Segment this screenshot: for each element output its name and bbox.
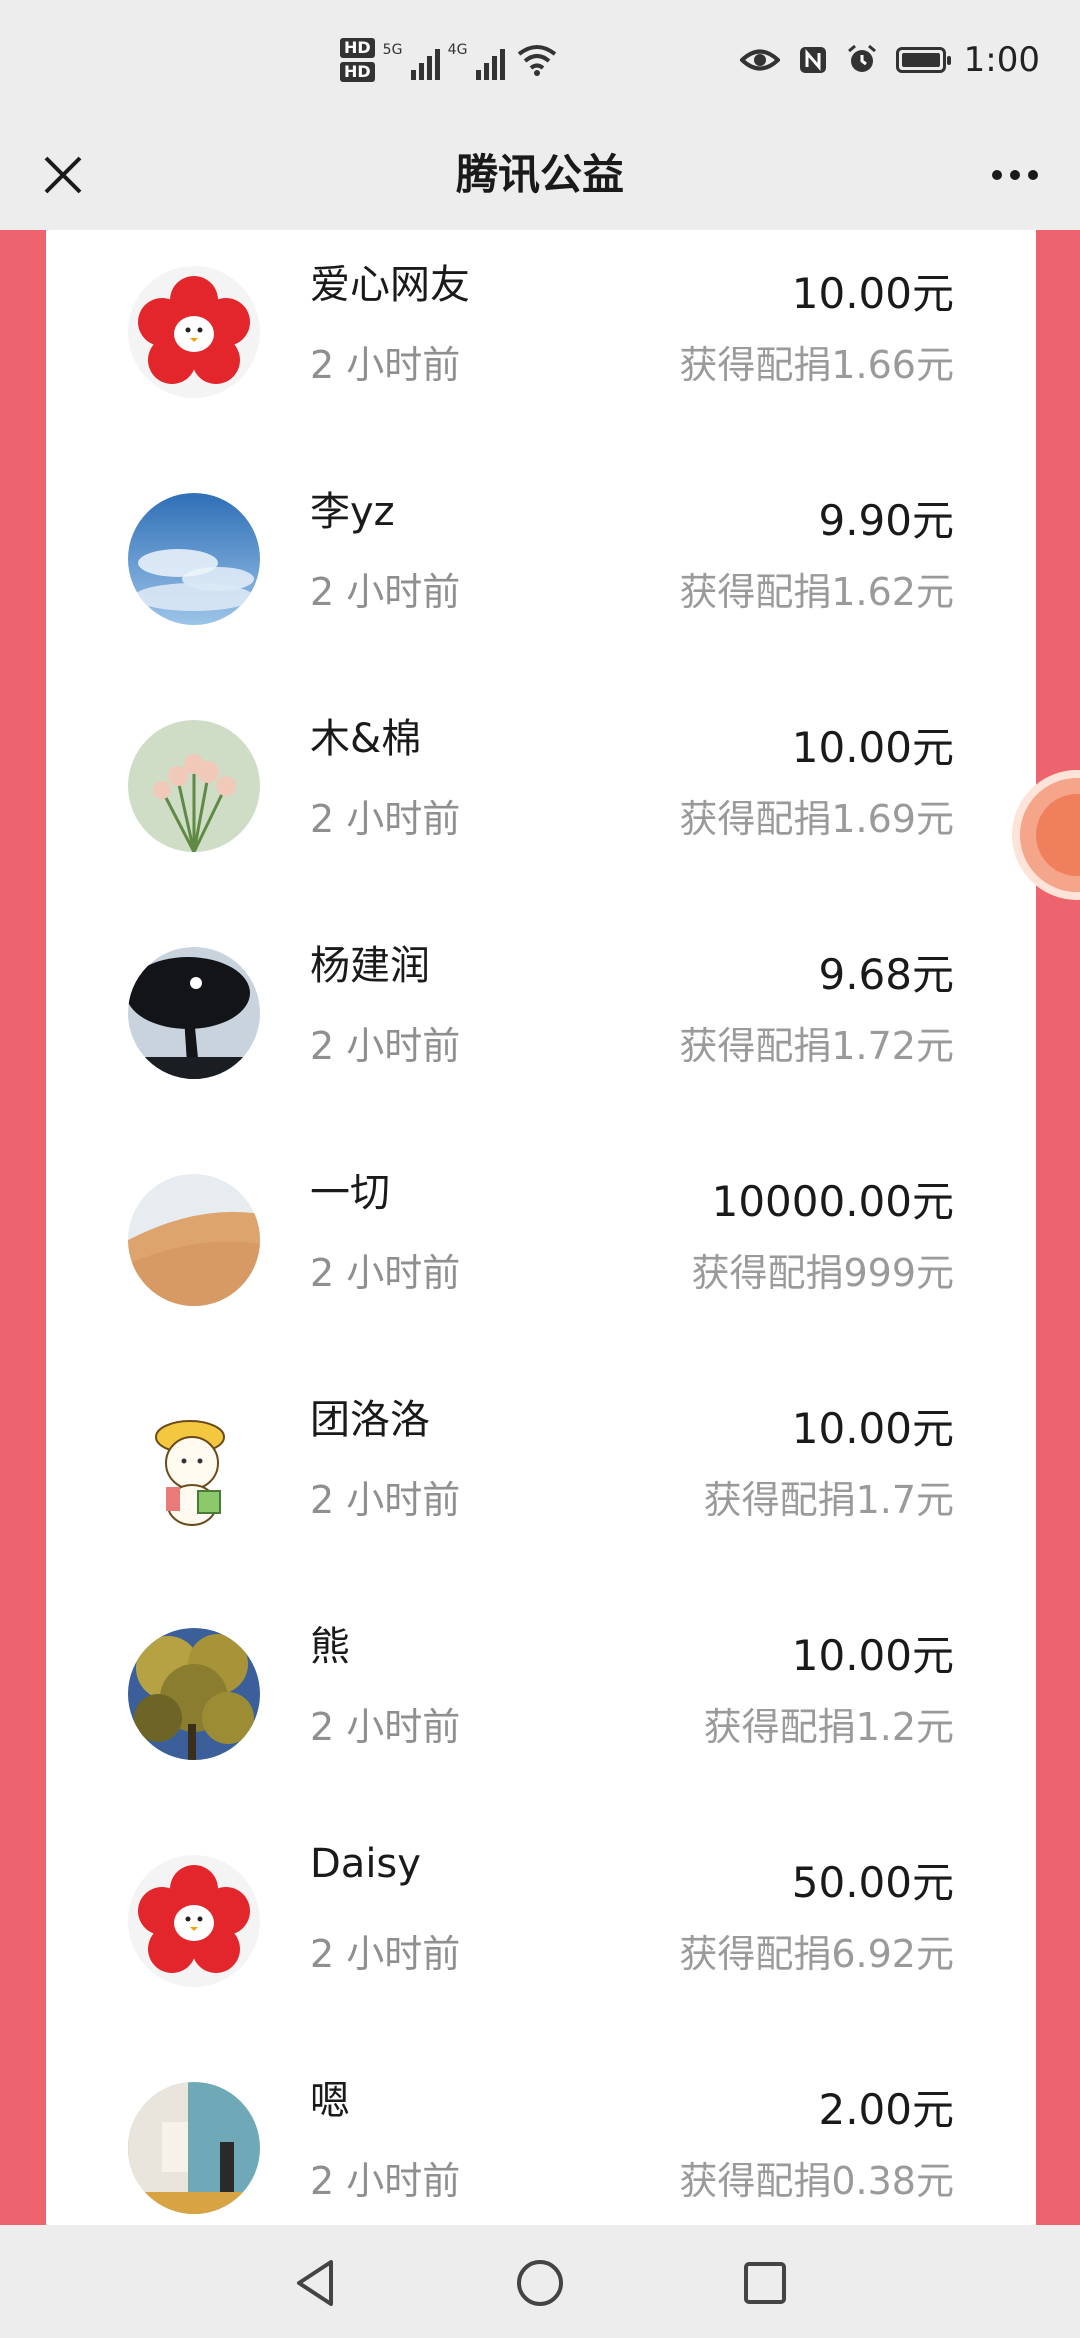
donation-amount: 2.00元: [818, 2085, 954, 2134]
avatar: [128, 947, 260, 1079]
home-button[interactable]: [510, 2253, 570, 2313]
wifi-icon: [517, 45, 556, 76]
donation-amount: 50.00元: [791, 1858, 954, 1907]
donation-row[interactable]: 木&棉 2 小时前 10.00元 获得配捐1.69元: [46, 684, 1036, 911]
back-triangle-icon: [297, 2260, 333, 2306]
donor-name: 爱心网友: [310, 262, 470, 308]
donation-amount: 10.00元: [791, 269, 954, 318]
donation-time: 2 小时前: [310, 1251, 461, 1295]
donation-amount: 10000.00元: [711, 1177, 954, 1226]
matching-amount: 获得配捐6.92元: [679, 1932, 954, 1976]
tree-yellow-avatar-icon: [128, 1628, 260, 1760]
donation-row[interactable]: 杨建润 2 小时前 9.68元 获得配捐1.72元: [46, 911, 1036, 1138]
donation-row[interactable]: 熊 2 小时前 10.00元 获得配捐1.2元: [46, 1592, 1036, 1819]
alarm-icon: [847, 44, 876, 72]
battery-icon: [895, 47, 951, 73]
avatar: [128, 1174, 260, 1306]
avatar: [128, 720, 260, 852]
donor-name: 杨建润: [310, 943, 430, 989]
red-flower-avatar-icon: [128, 266, 260, 398]
title-bar: 腾讯公益: [0, 120, 1080, 230]
signal-5g-icon: 5G: [382, 40, 440, 80]
donation-row[interactable]: 一切 2 小时前 10000.00元 获得配捐999元: [46, 1138, 1036, 1365]
donation-time: 2 小时前: [310, 343, 461, 387]
donor-name: 团洛洛: [310, 1397, 430, 1443]
donation-time: 2 小时前: [310, 797, 461, 841]
network-label-5g: 5G: [382, 42, 403, 58]
donor-name: 李yz: [310, 489, 395, 535]
donation-amount: 9.90元: [818, 496, 954, 545]
cartoon-avatar-icon: [128, 1401, 260, 1533]
matching-amount: 获得配捐1.7元: [703, 1478, 954, 1522]
more-dot-icon: [992, 170, 1002, 180]
status-bar-right: 1:00: [739, 30, 1040, 90]
avatar: [128, 1401, 260, 1533]
sky-avatar-icon: [128, 493, 260, 625]
avatar: [128, 1855, 260, 1987]
matching-amount: 获得配捐1.72元: [679, 1024, 954, 1068]
status-bar: HD HD 5G 4G 1:00: [0, 0, 1080, 120]
matching-amount: 获得配捐1.66元: [679, 343, 954, 387]
avatar: [128, 493, 260, 625]
donation-amount: 9.68元: [818, 950, 954, 999]
recents-square-icon: [744, 2262, 786, 2304]
donation-row[interactable]: 爱心网友 2 小时前 10.00元 获得配捐1.66元: [46, 230, 1036, 457]
donor-name: 熊: [310, 1624, 350, 1670]
donation-time: 2 小时前: [310, 1024, 461, 1068]
more-dot-icon: [1010, 170, 1020, 180]
donation-row[interactable]: 团洛洛 2 小时前 10.00元 获得配捐1.7元: [46, 1365, 1036, 1592]
hd-label-1: HD: [340, 38, 375, 58]
matching-amount: 获得配捐0.38元: [679, 2159, 954, 2203]
donation-time: 2 小时前: [310, 1478, 461, 1522]
flowers-avatar-icon: [128, 720, 260, 852]
status-bar-left: HD HD 5G 4G: [340, 30, 559, 90]
donor-name: Daisy: [310, 1841, 421, 1887]
more-dot-icon: [1028, 170, 1038, 180]
donation-amount: 10.00元: [791, 1404, 954, 1453]
back-button[interactable]: [285, 2253, 345, 2313]
donation-row[interactable]: 李yz 2 小时前 9.90元 获得配捐1.62元: [46, 457, 1036, 684]
donation-row[interactable]: Daisy 2 小时前 50.00元 获得配捐6.92元: [46, 1819, 1036, 2046]
donation-amount: 10.00元: [791, 1631, 954, 1680]
network-label-4g: 4G: [447, 42, 468, 58]
donation-time: 2 小时前: [310, 1705, 461, 1749]
donation-time: 2 小时前: [310, 2159, 461, 2203]
avatar: [128, 266, 260, 398]
recents-button[interactable]: [735, 2253, 795, 2313]
donor-name: 嗯: [310, 2078, 350, 2124]
donation-time: 2 小时前: [310, 570, 461, 614]
page-title: 腾讯公益: [455, 150, 624, 199]
room-avatar-icon: [128, 2082, 260, 2214]
donor-name: 一切: [310, 1170, 390, 1216]
donation-row[interactable]: 嗯 2 小时前 2.00元 获得配捐0.38元: [46, 2046, 1036, 2225]
matching-amount: 获得配捐999元: [691, 1251, 954, 1295]
floating-button-icon: [1036, 794, 1080, 876]
tree-night-avatar-icon: [128, 947, 260, 1079]
desert-avatar-icon: [128, 1174, 260, 1306]
avatar: [128, 1628, 260, 1760]
hd-icon: HD HD: [340, 38, 375, 82]
red-flower-avatar-icon: [128, 1855, 260, 1987]
donation-amount: 10.00元: [791, 723, 954, 772]
avatar: [128, 2082, 260, 2214]
hd-label-2: HD: [340, 62, 375, 82]
donation-time: 2 小时前: [310, 1932, 461, 1976]
nfc-icon: [799, 47, 826, 73]
clock: 1:00: [963, 40, 1040, 80]
matching-amount: 获得配捐1.62元: [679, 570, 954, 614]
matching-amount: 获得配捐1.69元: [679, 797, 954, 841]
donation-list[interactable]: 爱心网友 2 小时前 10.00元 获得配捐1.66元 李yz 2 小时前 9.…: [46, 230, 1036, 2225]
system-navigation-bar: [0, 2225, 1080, 2338]
page-content[interactable]: 爱心网友 2 小时前 10.00元 获得配捐1.66元 李yz 2 小时前 9.…: [0, 230, 1080, 2225]
more-options-button[interactable]: [980, 142, 1050, 208]
matching-amount: 获得配捐1.2元: [703, 1705, 954, 1749]
signal-4g-icon: 4G: [447, 40, 505, 80]
home-circle-icon: [517, 2260, 563, 2306]
eye-icon: [739, 49, 780, 71]
donor-name: 木&棉: [310, 716, 422, 762]
